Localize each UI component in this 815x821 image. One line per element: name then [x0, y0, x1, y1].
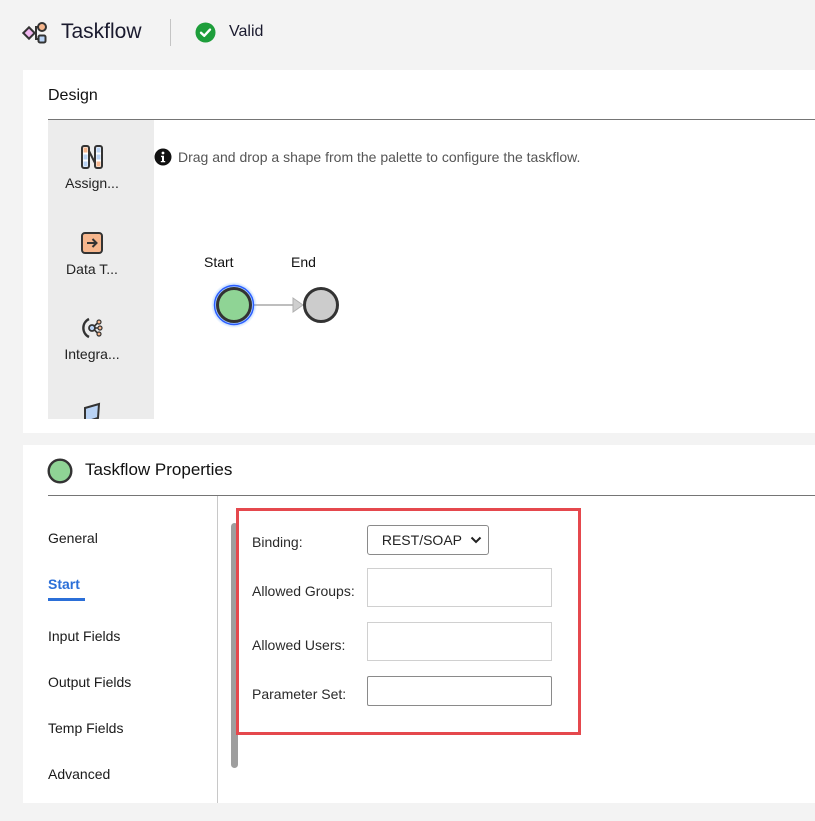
parameter-set-input[interactable]	[367, 676, 552, 706]
validation-status: Valid	[229, 23, 264, 40]
hint-text: Drag and drop a shape from the palette t…	[178, 149, 581, 165]
nav-tab-advanced[interactable]: Advanced	[48, 766, 110, 782]
flow-diagram	[211, 282, 339, 328]
active-tab-underline	[48, 598, 85, 601]
chevron-down-icon	[470, 536, 482, 544]
header-bar: Taskflow Valid	[0, 0, 815, 68]
canvas-hint: Drag and drop a shape from the palette t…	[154, 147, 580, 167]
nav-tab-temp-fields[interactable]: Temp Fields	[48, 720, 123, 736]
properties-title: Taskflow Properties	[85, 460, 233, 479]
allowed-users-input[interactable]	[367, 622, 552, 661]
allowed-groups-label: Allowed Groups:	[252, 583, 355, 599]
design-title: Design	[48, 87, 98, 104]
nav-tab-start[interactable]: Start	[48, 576, 85, 601]
shape-palette: Assign... Data T... Integra...	[48, 120, 154, 419]
allowed-groups-input[interactable]	[367, 568, 552, 607]
parallelogram-icon	[84, 402, 101, 419]
binding-label: Binding:	[252, 534, 303, 550]
start-node	[216, 287, 252, 323]
start-properties-form: Binding: REST/SOAP Allowed Groups: Allow…	[236, 508, 581, 735]
nav-tab-label: Start	[48, 576, 80, 592]
palette-item-integration[interactable]: Integra...	[48, 315, 136, 362]
integration-icon	[82, 317, 103, 339]
parameter-set-label: Parameter Set:	[252, 686, 347, 702]
allowed-users-label: Allowed Users:	[252, 637, 346, 653]
nav-tab-output-fields[interactable]: Output Fields	[48, 674, 131, 690]
properties-panel: Taskflow Properties General Start Input …	[23, 445, 815, 803]
connector-arrow	[292, 297, 304, 313]
start-node-label: Start	[204, 254, 234, 270]
header-divider	[170, 19, 171, 46]
app-title: Taskflow	[61, 20, 142, 43]
end-node	[303, 287, 339, 323]
taskflow-icon	[22, 22, 47, 44]
design-panel: Design Assign... Data T... Integra... Dr…	[23, 70, 815, 433]
binding-select[interactable]: REST/SOAP	[367, 525, 489, 555]
check-circle-icon	[195, 22, 216, 43]
palette-item-shape[interactable]	[48, 400, 136, 419]
info-icon	[154, 148, 172, 166]
binding-value: REST/SOAP	[381, 532, 462, 548]
palette-item-label: Integra...	[64, 346, 120, 362]
palette-item-data-task[interactable]: Data T...	[48, 230, 136, 277]
data-task-icon	[81, 232, 103, 254]
properties-nav: General Start Input Fields Output Fields…	[48, 496, 238, 803]
nav-tab-input-fields[interactable]: Input Fields	[48, 628, 120, 644]
nav-tab-general[interactable]: General	[48, 530, 98, 546]
start-node-icon	[47, 458, 73, 484]
palette-item-label: Data T...	[66, 261, 118, 277]
palette-item-assignment[interactable]: Assign...	[48, 144, 136, 191]
assignment-icon	[81, 145, 103, 169]
divider	[48, 119, 815, 120]
nav-divider	[217, 496, 218, 803]
palette-item-label: Assign...	[65, 175, 119, 191]
end-node-label: End	[291, 254, 316, 270]
